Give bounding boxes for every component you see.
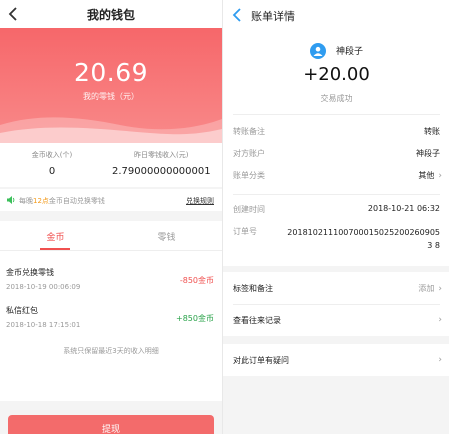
question-row[interactable]: 对此订单有疑问 ›: [223, 344, 449, 376]
record-name: 金币兑换零钱: [6, 268, 54, 277]
detail-row-category[interactable]: 账单分类 其他 ›: [223, 166, 449, 184]
coin-income-label: 金币收入(个): [31, 151, 73, 159]
detail-value: 转账: [424, 127, 440, 136]
tab-coins[interactable]: 金币: [0, 230, 111, 243]
notice-text: 每晚12点金币自动兑换零钱: [19, 196, 105, 206]
chevron-right-icon: ›: [438, 284, 442, 294]
question-box: 对此订单有疑问 ›: [223, 344, 449, 376]
bill-actions: 标签和备注 添加 › 查看往来记录 ›: [223, 272, 449, 336]
user-icon: [313, 46, 323, 56]
record-amount: -850金币: [179, 276, 214, 285]
coin-income-stat: 金币收入(个) 0: [0, 150, 104, 177]
detail-row-order: 订单号 2018102111007000150252002609053 8: [223, 222, 449, 258]
notice-prefix: 每晚: [19, 197, 33, 205]
bill-status: 交易成功: [320, 94, 353, 103]
wallet-tabs: 金币 零钱: [0, 221, 222, 251]
detail-value: 神段子: [416, 149, 440, 158]
exchange-notice: 每晚12点金币自动兑换零钱 兑换规则: [0, 189, 222, 211]
detail-row-remark: 转账备注 转账: [223, 122, 449, 140]
chevron-right-icon: ›: [438, 355, 442, 365]
counterparty-name: 神段子: [336, 47, 364, 57]
detail-row-account: 对方账户 神段子: [223, 144, 449, 162]
avatar: [309, 42, 326, 59]
bill-amount: +20.00: [303, 64, 370, 85]
tab-change[interactable]: 零钱: [111, 230, 222, 243]
withdraw-button[interactable]: 提现: [8, 415, 214, 434]
counterparty: 神段子: [223, 40, 449, 59]
record-date: 2018-10-18 17:15:01: [6, 321, 81, 329]
balance-label: 我的零钱（元）: [83, 92, 139, 101]
screenshot-root: 我的钱包 20.69 我的零钱（元） 金币收入(个) 0 昨日零钱收入(元) 2…: [0, 0, 449, 434]
yesterday-income-label: 昨日零钱收入(元): [134, 151, 189, 159]
divider: [233, 114, 440, 115]
order-number: 2018102111007000150252002609053 8: [287, 228, 440, 250]
history-row[interactable]: 查看往来记录 ›: [223, 304, 449, 336]
bill-details: 转账备注 转账 对方账户 神段子 账单分类 其他 › 创建时间 2018-10-2…: [223, 114, 449, 266]
wallet-screen: 我的钱包 20.69 我的零钱（元） 金币收入(个) 0 昨日零钱收入(元) 2…: [0, 0, 222, 434]
coin-records-list: 金币兑换零钱 2018-10-19 00:06:09 -850金币 私信红包 2…: [0, 251, 222, 401]
chevron-right-icon: ›: [438, 171, 442, 181]
detail-key: 转账备注: [233, 127, 265, 136]
records-footnote: 系统只保留最近3天的收入明细: [63, 347, 159, 355]
detail-key: 账单分类: [233, 171, 265, 180]
detail-row-created: 创建时间 2018-10-21 06:32: [223, 200, 449, 218]
tags-and-notes-row[interactable]: 标签和备注 添加 ›: [223, 272, 449, 304]
detail-key: 对方账户: [233, 149, 265, 158]
bill-title: 账单详情: [251, 10, 295, 23]
category-value-wrap: 其他 ›: [418, 170, 442, 181]
coin-income-value: 0: [48, 166, 56, 177]
wallet-title: 我的钱包: [86, 8, 135, 22]
question-label: 对此订单有疑问: [233, 356, 289, 365]
exchange-rules-link[interactable]: 兑换规则: [186, 196, 214, 206]
detail-value: 其他: [418, 171, 435, 180]
wave-decoration: [0, 117, 222, 143]
balance-amount: 20.69: [73, 58, 149, 87]
speaker-icon: [7, 196, 15, 204]
tags-action: 添加: [418, 284, 435, 293]
bill-screen: 账单详情 神段子 +20.00 交易成功 转账备注 转账 对方账户 神段子 账单…: [222, 0, 449, 434]
record-amount: +850金币: [176, 314, 214, 323]
notice-suffix: 金币自动兑换零钱: [48, 197, 105, 205]
divider: [233, 194, 440, 195]
list-item[interactable]: 私信红包 2018-10-18 17:15:01 +850金币: [0, 299, 222, 335]
yesterday-income-stat: 昨日零钱收入(元) 2.79000000000001: [112, 150, 222, 177]
balance-hero: 20.69 我的零钱（元）: [0, 28, 222, 143]
history-label: 查看往来记录: [233, 316, 281, 325]
tags-action-wrap: 添加 ›: [418, 283, 442, 294]
income-stats: 金币收入(个) 0 昨日零钱收入(元) 2.79000000000001: [0, 143, 222, 187]
tags-label: 标签和备注: [233, 284, 273, 293]
yesterday-income-value: 2.79000000000001: [112, 166, 211, 177]
bill-top-bar: 账单详情: [223, 0, 449, 30]
detail-value: 2018-10-21 06:32: [367, 204, 440, 213]
back-arrow-icon[interactable]: [231, 7, 243, 23]
detail-key: 订单号: [233, 227, 257, 236]
list-item[interactable]: 金币兑换零钱 2018-10-19 00:06:09 -850金币: [0, 261, 222, 297]
chevron-right-icon: ›: [438, 315, 442, 325]
active-tab-indicator: [40, 248, 70, 250]
bill-header: 神段子 +20.00 交易成功: [223, 30, 449, 114]
wallet-top-bar: 我的钱包: [0, 0, 222, 28]
history-chevron-wrap: ›: [434, 315, 442, 325]
record-name: 私信红包: [6, 306, 38, 315]
question-chevron-wrap: ›: [434, 355, 442, 365]
record-date: 2018-10-19 00:06:09: [6, 283, 81, 291]
detail-key: 创建时间: [233, 205, 265, 214]
notice-highlight: 12点: [33, 197, 49, 205]
